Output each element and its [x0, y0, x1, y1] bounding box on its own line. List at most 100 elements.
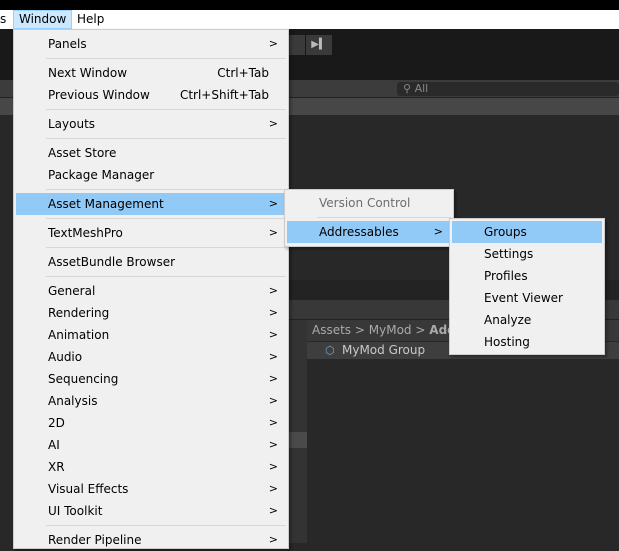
- menu-item-label: Settings: [484, 247, 534, 261]
- menu-separator: [46, 189, 286, 190]
- search-icon: ⚲: [403, 82, 415, 95]
- menu-item-xr[interactable]: XR >: [16, 456, 286, 478]
- menu-item-next-window[interactable]: Next Window Ctrl+Tab: [16, 62, 286, 84]
- menu-item-label: Package Manager: [48, 168, 155, 182]
- chevron-right-icon: >: [268, 350, 278, 363]
- window-menu: Panels > Next Window Ctrl+Tab Previous Windo…: [13, 29, 289, 549]
- menu-item-asset-store[interactable]: Asset Store: [16, 142, 286, 164]
- menu-separator: [46, 58, 286, 59]
- menu-item-label: Addressables: [319, 225, 399, 239]
- addressables-menu: Groups Settings Profiles Event Viewer Analyz…: [449, 218, 605, 355]
- menu-item-sequencing[interactable]: Sequencing >: [16, 368, 286, 390]
- menu-item-settings[interactable]: Settings: [452, 243, 602, 265]
- asset-management-menu: Version Control Addressables >: [284, 189, 454, 247]
- chevron-right-icon: >: [268, 504, 278, 517]
- menu-separator: [46, 218, 286, 219]
- menu-window[interactable]: Window: [13, 10, 73, 29]
- menu-separator: [46, 109, 286, 110]
- menu-item-assetbundle-browser[interactable]: AssetBundle Browser: [16, 251, 286, 273]
- crumb-mymod[interactable]: MyMod: [369, 323, 412, 337]
- menu-item-groups[interactable]: Groups: [452, 221, 602, 243]
- menu-item-event-viewer[interactable]: Event Viewer: [452, 287, 602, 309]
- chevron-right-icon: >: [268, 306, 278, 319]
- menu-item-asset-management[interactable]: Asset Management >: [16, 193, 286, 215]
- menu-item-label: General: [48, 284, 96, 298]
- chevron-right-icon: >: [268, 460, 278, 473]
- menu-separator: [46, 138, 286, 139]
- menu-item-render-pipeline[interactable]: Render Pipeline >: [16, 529, 286, 551]
- menu-item-addressables[interactable]: Addressables >: [287, 221, 451, 243]
- chevron-right-icon: >: [433, 225, 443, 238]
- chevron-right-icon: >: [268, 394, 278, 407]
- menu-bar: s Window Help: [0, 10, 619, 29]
- menu-item-label: Render Pipeline: [48, 533, 142, 547]
- menu-item-label: Previous Window: [48, 88, 150, 102]
- menu-item-label: Version Control: [319, 196, 411, 210]
- menu-item-label: Groups: [484, 225, 527, 239]
- menu-item-analysis[interactable]: Analysis >: [16, 390, 286, 412]
- menu-item-animation[interactable]: Animation >: [16, 324, 286, 346]
- menu-item-textmeshpro[interactable]: TextMeshPro >: [16, 222, 286, 244]
- menu-item-hosting[interactable]: Hosting: [452, 331, 602, 353]
- menu-item-version-control[interactable]: Version Control: [287, 192, 451, 214]
- menu-item-label: Rendering: [48, 306, 110, 320]
- menu-item-audio[interactable]: Audio >: [16, 346, 286, 368]
- menu-item-visual-effects[interactable]: Visual Effects >: [16, 478, 286, 500]
- folder-tree-selected[interactable]: [288, 432, 307, 448]
- step-forward-icon: ▶▍: [311, 39, 327, 50]
- menu-item-label: Audio: [48, 350, 83, 364]
- menu-item-label: Hosting: [484, 335, 530, 349]
- menu-item-package-manager[interactable]: Package Manager: [16, 164, 286, 186]
- menu-item-label: Visual Effects: [48, 482, 129, 496]
- menu-item-label: Event Viewer: [484, 291, 563, 305]
- chevron-right-icon: >: [268, 284, 278, 297]
- chevron-right-icon: >: [268, 117, 278, 130]
- menu-separator: [46, 247, 286, 248]
- menu-item-previous-window[interactable]: Previous Window Ctrl+Shift+Tab: [16, 84, 286, 106]
- chevron-right-icon: >: [268, 372, 278, 385]
- menu-separator: [46, 525, 286, 526]
- menu-item-ai[interactable]: AI >: [16, 434, 286, 456]
- menu-item-2d[interactable]: 2D >: [16, 412, 286, 434]
- chevron-right-icon: >: [268, 328, 278, 341]
- menu-item-label: Animation: [48, 328, 110, 342]
- chevron-right-icon: >: [268, 438, 278, 451]
- menu-item-label: AI: [48, 438, 60, 452]
- menu-item-label: Layouts: [48, 117, 96, 131]
- addressable-group-icon: ⬡: [325, 344, 335, 357]
- menu-item-label: Asset Store: [48, 146, 117, 160]
- crumb-sep: >: [415, 323, 426, 337]
- chevron-right-icon: >: [268, 533, 278, 546]
- step-button[interactable]: ▶▍: [306, 35, 332, 55]
- crumb-assets[interactable]: Assets: [312, 323, 351, 337]
- menu-separator: [317, 217, 451, 218]
- menu-item-panels[interactable]: Panels >: [16, 33, 286, 55]
- menu-item-layouts[interactable]: Layouts >: [16, 113, 286, 135]
- chevron-right-icon: >: [268, 416, 278, 429]
- menu-edit-partial[interactable]: s: [0, 10, 11, 29]
- menu-item-rendering[interactable]: Rendering >: [16, 302, 286, 324]
- hierarchy-search-input[interactable]: ⚲ All: [397, 82, 619, 96]
- menu-item-profiles[interactable]: Profiles: [452, 265, 602, 287]
- menu-item-ui-toolkit[interactable]: UI Toolkit >: [16, 500, 286, 522]
- chevron-right-icon: >: [268, 37, 278, 50]
- chevron-right-icon: >: [268, 226, 278, 239]
- menu-item-label: UI Toolkit: [48, 504, 103, 518]
- menu-item-label: Profiles: [484, 269, 528, 283]
- menu-item-label: Sequencing: [48, 372, 119, 386]
- menu-item-label: AssetBundle Browser: [48, 255, 176, 269]
- crumb-sep: >: [354, 323, 365, 337]
- menu-item-label: Analyze: [484, 313, 532, 327]
- menu-help[interactable]: Help: [72, 10, 109, 29]
- shortcut-label: Ctrl+Shift+Tab: [179, 88, 269, 102]
- menu-item-label: 2D: [48, 416, 65, 430]
- menu-item-analyze[interactable]: Analyze: [452, 309, 602, 331]
- menu-item-general[interactable]: General >: [16, 280, 286, 302]
- asset-label: MyMod Group: [342, 343, 426, 357]
- menu-item-label: Analysis: [48, 394, 98, 408]
- chevron-right-icon: >: [268, 197, 278, 210]
- shortcut-label: Ctrl+Tab: [217, 66, 269, 80]
- menu-item-label: Panels: [48, 37, 87, 51]
- title-bar: [0, 0, 619, 10]
- menu-separator: [46, 276, 286, 277]
